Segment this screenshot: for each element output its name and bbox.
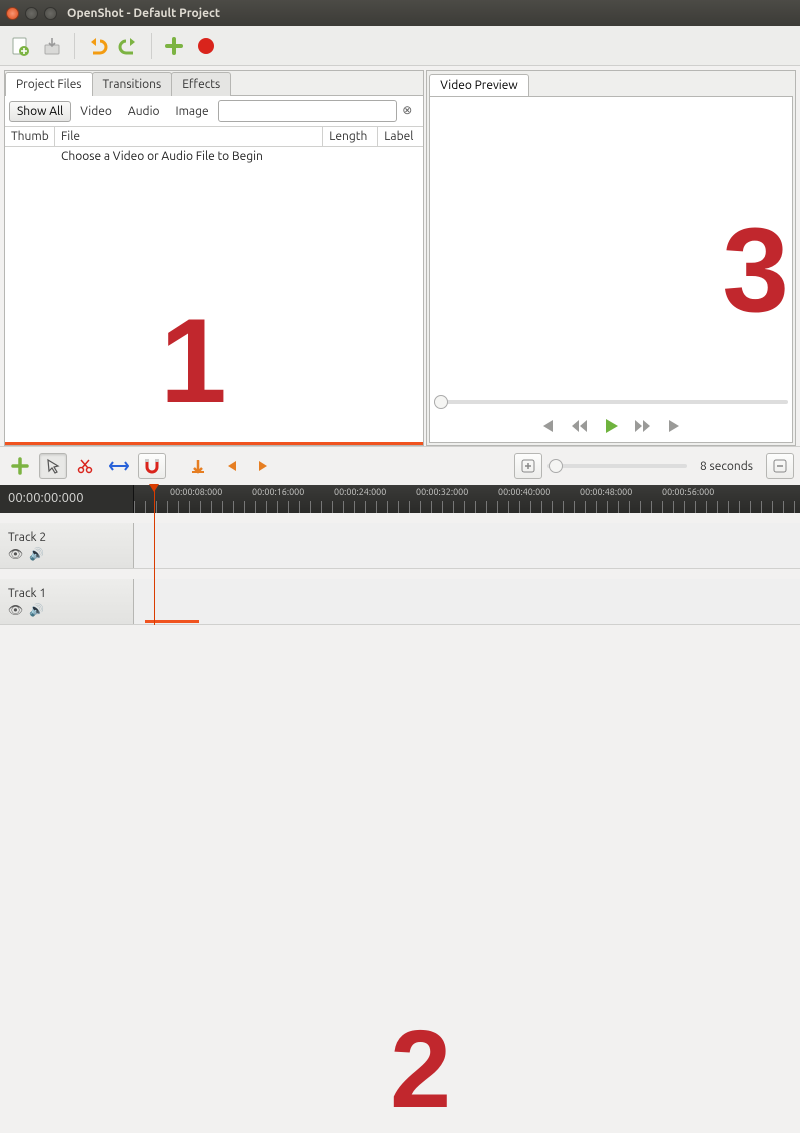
window-maximize-button[interactable] <box>44 7 57 20</box>
left-tabs: Project Files Transitions Effects <box>5 71 423 96</box>
window-minimize-button[interactable] <box>25 7 38 20</box>
track-header-2[interactable]: Track 2 👁 🔊 <box>0 523 134 568</box>
filter-video[interactable]: Video <box>73 102 119 121</box>
timeline-toolbar: 8 seconds <box>0 446 800 485</box>
ruler-tick-label: 00:00:56:000 <box>662 487 714 497</box>
main-toolbar <box>0 26 800 66</box>
add-button[interactable] <box>160 31 188 61</box>
zoom-label: 8 seconds <box>692 460 761 473</box>
rewind-button[interactable] <box>568 416 590 436</box>
ruler-tick-label: 00:00:24:000 <box>334 487 386 497</box>
overlay-number-2: 2 <box>390 1006 451 1133</box>
track-lane-2[interactable] <box>134 523 800 568</box>
skip-start-button[interactable] <box>536 416 558 436</box>
col-file[interactable]: File <box>55 127 323 146</box>
search-input[interactable] <box>218 100 397 122</box>
add-marker-button[interactable] <box>184 453 212 479</box>
seek-slider[interactable] <box>434 400 788 404</box>
eye-icon[interactable]: 👁 <box>8 547 23 561</box>
resize-tool-button[interactable] <box>105 453 133 479</box>
undo-button[interactable] <box>83 31 111 61</box>
add-track-button[interactable] <box>6 453 34 479</box>
show-all-button[interactable]: Show All <box>9 101 71 122</box>
filter-image[interactable]: Image <box>169 102 216 121</box>
playhead[interactable] <box>154 485 155 625</box>
project-files-panel: Project Files Transitions Effects Show A… <box>4 70 424 446</box>
col-length[interactable]: Length <box>323 127 378 146</box>
import-button[interactable] <box>38 31 66 61</box>
forward-button[interactable] <box>632 416 654 436</box>
file-placeholder: Choose a Video or Audio File to Begin <box>5 147 423 166</box>
redo-button[interactable] <box>115 31 143 61</box>
ruler-tick-label: 00:00:40:000 <box>498 487 550 497</box>
title-bar: OpenShot - Default Project <box>0 0 800 26</box>
file-table-body[interactable]: Choose a Video or Audio File to Begin 1 <box>5 147 423 445</box>
zoom-in-button[interactable] <box>514 453 542 479</box>
ruler-tick-label: 00:00:48:000 <box>580 487 632 497</box>
tab-project-files[interactable]: Project Files <box>5 72 93 96</box>
zoom-slider[interactable] <box>547 464 687 468</box>
filter-row: Show All Video Audio Image ⊗ <box>5 96 423 127</box>
track-lane-1[interactable] <box>134 579 800 624</box>
playback-controls <box>434 412 788 438</box>
ruler-tick-label: 00:00:32:000 <box>416 487 468 497</box>
current-time-display: 00:00:00:000 <box>0 485 134 513</box>
prev-marker-button[interactable] <box>217 453 245 479</box>
snap-tool-button[interactable] <box>138 453 166 479</box>
zoom-out-button[interactable] <box>766 453 794 479</box>
filter-audio[interactable]: Audio <box>121 102 167 121</box>
window-title: OpenShot - Default Project <box>67 7 220 20</box>
track-name: Track 1 <box>8 587 125 600</box>
timeline-area: Track 2 👁 🔊 Track 1 👁 🔊 <box>0 513 800 625</box>
track-row: Track 2 👁 🔊 <box>0 523 800 569</box>
eye-icon[interactable]: 👁 <box>8 603 23 617</box>
overlay-number-3: 3 <box>722 201 789 339</box>
razor-tool-button[interactable] <box>72 453 100 479</box>
col-label[interactable]: Label <box>378 127 423 146</box>
panel-accent-line <box>5 442 423 445</box>
window-close-button[interactable] <box>6 7 19 20</box>
skip-end-button[interactable] <box>664 416 686 436</box>
seek-thumb[interactable] <box>434 395 448 409</box>
speaker-icon[interactable]: 🔊 <box>29 603 44 617</box>
clear-search-icon[interactable]: ⊗ <box>399 103 415 119</box>
preview-panel: Video Preview 3 <box>426 70 796 446</box>
col-thumb[interactable]: Thumb <box>5 127 55 146</box>
play-button[interactable] <box>600 416 622 436</box>
tab-video-preview[interactable]: Video Preview <box>429 74 528 97</box>
track-row: Track 1 👁 🔊 <box>0 579 800 625</box>
timeline-ruler[interactable]: 00:00:00:000 00:00:08:000 00:00:16:000 00:… <box>0 485 800 513</box>
ruler-tick-label: 00:00:16:000 <box>252 487 304 497</box>
file-table-header: Thumb File Length Label <box>5 127 423 147</box>
tab-transitions[interactable]: Transitions <box>92 72 173 96</box>
playhead-handle-icon[interactable] <box>149 484 159 492</box>
next-marker-button[interactable] <box>250 453 278 479</box>
record-button[interactable] <box>192 31 220 61</box>
track-header-1[interactable]: Track 1 👁 🔊 <box>0 579 134 624</box>
select-tool-button[interactable] <box>39 453 67 479</box>
ruler-tick-label: 00:00:08:000 <box>170 487 222 497</box>
zoom-thumb[interactable] <box>549 459 563 473</box>
speaker-icon[interactable]: 🔊 <box>29 547 44 561</box>
tab-effects[interactable]: Effects <box>171 72 231 96</box>
overlay-number-1: 1 <box>160 292 227 430</box>
new-file-button[interactable] <box>6 31 34 61</box>
track-name: Track 2 <box>8 531 125 544</box>
